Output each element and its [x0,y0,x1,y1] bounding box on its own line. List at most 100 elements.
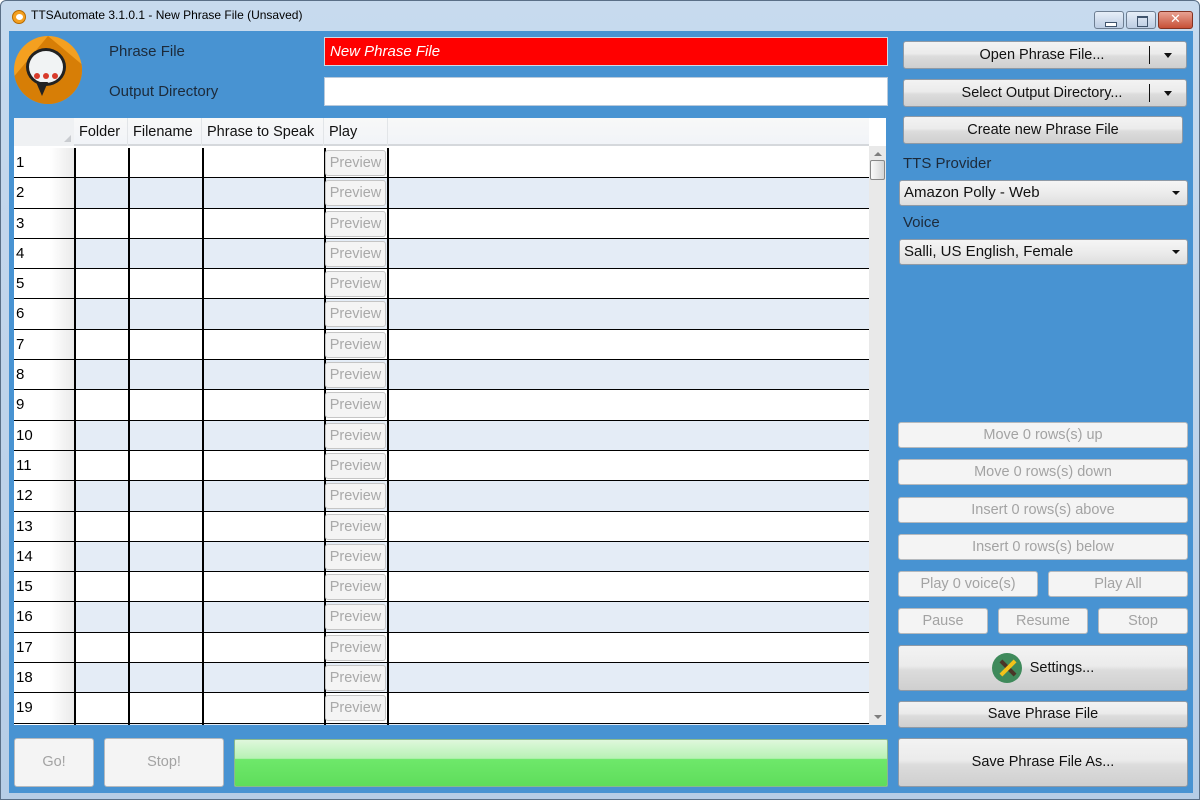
filename-cell[interactable] [130,330,201,359]
phrase-grid[interactable]: Folder Filename Phrase to Speak Play 1 Pr… [14,118,886,725]
vertical-scrollbar[interactable] [869,146,886,725]
filename-cell[interactable] [130,602,201,631]
row-header[interactable]: 15 [14,572,74,602]
save-phrase-file-as-button[interactable]: Save Phrase File As... [898,738,1188,787]
move-down-button[interactable]: Move 0 rows(s) down [898,459,1188,485]
preview-button[interactable]: Preview [325,180,386,207]
filename-cell[interactable] [130,148,201,177]
save-phrase-file-button[interactable]: Save Phrase File [898,701,1188,728]
open-phrase-file-dropdown[interactable] [1150,42,1186,68]
create-new-phrase-file-button[interactable]: Create new Phrase File [903,116,1183,144]
phrase-cell[interactable] [204,360,323,389]
phrase-cell[interactable] [204,299,323,328]
row-header[interactable]: 4 [14,238,74,269]
preview-button[interactable]: Preview [325,271,386,298]
filename-cell[interactable] [130,693,201,722]
minimize-button[interactable] [1094,11,1124,29]
row-header[interactable]: 19 [14,693,74,723]
filename-cell[interactable] [130,269,201,298]
table-row[interactable]: 4 Preview [14,238,869,270]
preview-button[interactable]: Preview [325,695,386,722]
row-header[interactable] [14,723,74,725]
folder-cell[interactable] [76,693,127,722]
phrase-cell[interactable] [204,481,323,510]
filename-cell[interactable] [130,512,201,541]
preview-button[interactable]: Preview [325,210,386,237]
table-row[interactable]: 9 Preview [14,390,869,421]
filename-cell[interactable] [130,239,201,268]
title-bar[interactable]: TTSAutomate 3.1.0.1 - New Phrase File (U… [1,1,1199,31]
phrase-cell[interactable] [204,724,323,725]
table-row[interactable]: 12 Preview [14,481,869,512]
folder-cell[interactable] [76,269,127,298]
table-row[interactable]: 3 Preview [14,208,869,239]
go-button[interactable]: Go! [14,738,94,787]
folder-cell[interactable] [76,330,127,359]
table-row[interactable]: 10 Preview [14,420,869,451]
row-header[interactable]: 2 [14,178,74,208]
row-header[interactable]: 1 [14,148,74,178]
scroll-thumb[interactable] [870,160,885,180]
folder-cell[interactable] [76,299,127,328]
table-row[interactable]: 11 Preview [14,450,869,482]
filename-cell[interactable] [130,209,201,238]
row-header[interactable]: 17 [14,632,74,663]
row-header[interactable]: 9 [14,390,74,420]
preview-button[interactable]: Preview [325,513,386,540]
table-row[interactable]: 1 Preview [14,148,869,179]
settings-button[interactable]: Settings... [898,645,1188,691]
table-row[interactable]: Preview [14,723,869,725]
folder-cell[interactable] [76,663,127,692]
voice-select[interactable]: Salli, US English, Female [899,239,1188,265]
output-directory-field[interactable] [324,77,888,106]
phrase-cell[interactable] [204,572,323,601]
folder-cell[interactable] [76,209,127,238]
column-header-folder[interactable]: Folder [74,118,128,146]
table-row[interactable]: 15 Preview [14,572,869,603]
row-header[interactable]: 10 [14,420,74,450]
folder-cell[interactable] [76,421,127,450]
table-row[interactable]: 7 Preview [14,329,869,361]
phrase-cell[interactable] [204,602,323,631]
play-voices-button[interactable]: Play 0 voice(s) [898,571,1038,597]
filename-cell[interactable] [130,178,201,207]
row-header[interactable]: 13 [14,511,74,541]
folder-cell[interactable] [76,360,127,389]
table-row[interactable]: 2 Preview [14,178,869,209]
folder-cell[interactable] [76,602,127,631]
insert-below-button[interactable]: Insert 0 rows(s) below [898,534,1188,560]
phrase-cell[interactable] [204,330,323,359]
row-header[interactable]: 16 [14,602,74,632]
row-header[interactable]: 18 [14,663,74,693]
preview-button[interactable]: Preview [325,422,386,449]
phrase-cell[interactable] [204,421,323,450]
phrase-cell[interactable] [204,269,323,298]
folder-cell[interactable] [76,512,127,541]
folder-cell[interactable] [76,451,127,480]
table-row[interactable]: 5 Preview [14,269,869,300]
preview-button[interactable]: Preview [325,150,386,176]
folder-cell[interactable] [76,481,127,510]
phrase-cell[interactable] [204,148,323,177]
table-row[interactable]: 8 Preview [14,360,869,391]
preview-button[interactable]: Preview [325,331,386,358]
row-header[interactable]: 14 [14,541,74,572]
filename-cell[interactable] [130,572,201,601]
phrase-cell[interactable] [204,178,323,207]
table-row[interactable]: 16 Preview [14,602,869,633]
open-phrase-file-button[interactable]: Open Phrase File... [903,41,1187,69]
select-output-directory-dropdown[interactable] [1150,80,1186,106]
filename-cell[interactable] [130,299,201,328]
resume-button[interactable]: Resume [998,608,1088,634]
stop-button[interactable]: Stop! [104,738,224,787]
table-row[interactable]: 17 Preview [14,632,869,664]
phrase-cell[interactable] [204,451,323,480]
phrase-cell[interactable] [204,390,323,419]
preview-button[interactable]: Preview [325,392,386,419]
phrase-cell[interactable] [204,542,323,571]
output-directory-input[interactable] [325,78,887,105]
move-up-button[interactable]: Move 0 rows(s) up [898,422,1188,448]
table-row[interactable]: 18 Preview [14,663,869,694]
table-row[interactable]: 19 Preview [14,693,869,724]
row-header[interactable]: 12 [14,481,74,511]
